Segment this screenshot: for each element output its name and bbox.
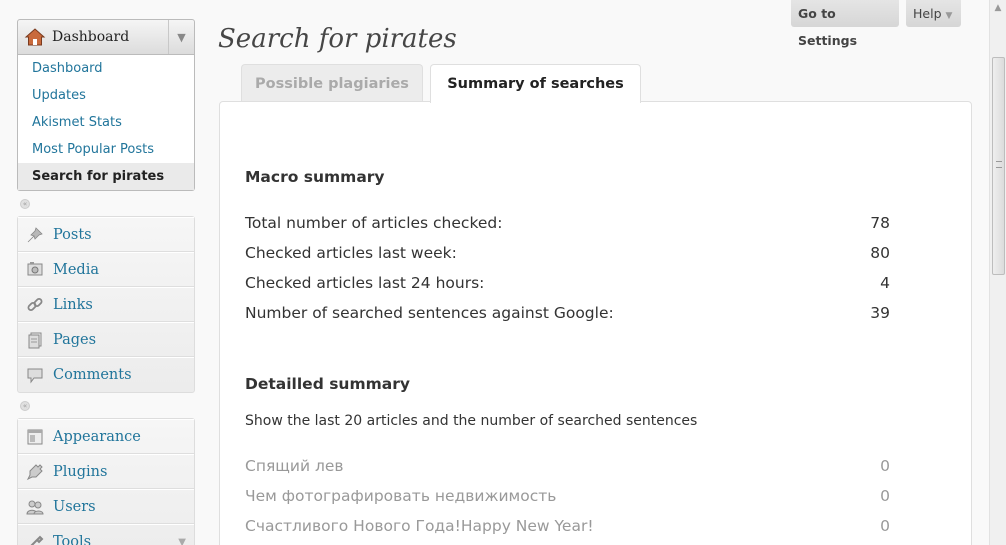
stat-label: Number of searched sentences against Goo… [245, 304, 614, 322]
chevron-down-icon[interactable]: ▼ [178, 537, 186, 545]
article-title: Чем фотографировать недвижимость [245, 487, 557, 505]
menu-pages[interactable]: Pages [18, 322, 194, 357]
stat-value: 4 [880, 274, 890, 292]
dashboard-submenu: Dashboard Updates Akismet Stats Most Pop… [17, 55, 195, 191]
menu-comments-label: Comments [53, 367, 132, 383]
article-title: Спящий лев [245, 457, 344, 475]
submenu-search-for-pirates[interactable]: Search for pirates [18, 163, 194, 190]
menu-plugins-label: Plugins [53, 463, 108, 480]
scroll-up-arrow-icon[interactable]: ▲ [990, 0, 1006, 17]
tab-summary-of-searches[interactable]: Summary of searches [430, 64, 641, 103]
detailed-summary-heading: Detailled summary [245, 375, 410, 393]
go-to-settings-button[interactable]: Go to Settings [791, 0, 899, 48]
menu-pages-label: Pages [53, 331, 97, 348]
page-title: Search for pirates [218, 24, 457, 54]
menu-plugins[interactable]: Plugins [18, 454, 194, 489]
media-icon [25, 260, 45, 280]
appearance-icon [25, 427, 45, 447]
menu-dashboard[interactable]: Dashboard ▼ [17, 19, 195, 55]
stat-row: Checked articles last week: 80 [245, 244, 890, 262]
menu-users[interactable]: Users [18, 489, 194, 524]
article-row: Спящий лев 0 [245, 457, 890, 475]
menu-tools-label: Tools [53, 534, 92, 545]
menu-media-label: Media [53, 261, 99, 278]
plug-icon [25, 462, 45, 482]
collapse-arrow-icon[interactable]: « [20, 401, 30, 411]
stat-row: Checked articles last 24 hours: 4 [245, 274, 890, 292]
article-row: Чем фотографировать недвижимость 0 [245, 487, 890, 505]
stat-value: 80 [870, 244, 890, 262]
menu-separator: « [17, 191, 195, 216]
submenu-most-popular-posts[interactable]: Most Popular Posts [18, 136, 194, 163]
vertical-scrollbar[interactable]: ▲ [989, 0, 1006, 545]
comment-bubble-icon [25, 365, 45, 385]
help-label: Help [913, 6, 942, 21]
menu-links-label: Links [53, 296, 93, 313]
stat-label: Total number of articles checked: [245, 214, 503, 232]
help-button[interactable]: Help ▼ [906, 0, 961, 27]
stat-label: Checked articles last week: [245, 244, 457, 262]
users-icon [25, 497, 45, 517]
menu-dashboard-label: Dashboard [52, 29, 130, 45]
stat-row: Number of searched sentences against Goo… [245, 304, 890, 322]
content-panel: Macro summary Total number of articles c… [219, 101, 972, 545]
chevron-down-icon: ▼ [945, 11, 953, 21]
submenu-updates[interactable]: Updates [18, 82, 194, 109]
article-sentence-count: 0 [880, 487, 890, 505]
submenu-akismet-stats[interactable]: Akismet Stats [18, 109, 194, 136]
macro-summary-heading: Macro summary [245, 168, 385, 186]
menu-tools[interactable]: Tools ▼ [18, 524, 194, 545]
menu-appearance-label: Appearance [53, 428, 141, 445]
stat-value: 78 [870, 214, 890, 232]
grip-icon [996, 161, 1002, 168]
menu-comments[interactable]: Comments [18, 357, 194, 392]
stat-row: Total number of articles checked: 78 [245, 214, 890, 232]
article-sentence-count: 0 [880, 457, 890, 475]
article-title: Счастливого Нового Года!Happy New Year! [245, 517, 594, 535]
menu-group-content: Posts Media Links Pages Comments [17, 216, 195, 393]
submenu-dashboard[interactable]: Dashboard [18, 55, 194, 82]
article-row: Счастливого Нового Года!Happy New Year! … [245, 517, 890, 535]
menu-media[interactable]: Media [18, 252, 194, 287]
menu-posts[interactable]: Posts [18, 217, 194, 252]
menu-group-settings: Appearance Plugins Users Tools ▼ [17, 418, 195, 545]
pin-icon [25, 225, 45, 245]
tab-possible-plagiaries[interactable]: Possible plagiaries [241, 64, 423, 102]
tools-icon [25, 532, 45, 545]
scrollbar-thumb[interactable] [992, 57, 1005, 275]
home-icon [24, 28, 46, 46]
stat-value: 39 [870, 304, 890, 322]
menu-posts-label: Posts [53, 226, 92, 243]
menu-toggle-arrow-icon[interactable]: ▼ [168, 20, 194, 54]
chain-link-icon [25, 295, 45, 315]
article-sentence-count: 0 [880, 517, 890, 535]
menu-separator: « [17, 393, 195, 418]
collapse-arrow-icon[interactable]: « [20, 199, 30, 209]
menu-appearance[interactable]: Appearance [18, 419, 194, 454]
menu-users-label: Users [53, 498, 96, 515]
pages-icon [25, 330, 45, 350]
stat-label: Checked articles last 24 hours: [245, 274, 485, 292]
detailed-summary-description: Show the last 20 articles and the number… [245, 413, 698, 429]
menu-links[interactable]: Links [18, 287, 194, 322]
admin-sidebar: Dashboard ▼ Dashboard Updates Akismet St… [17, 19, 195, 545]
